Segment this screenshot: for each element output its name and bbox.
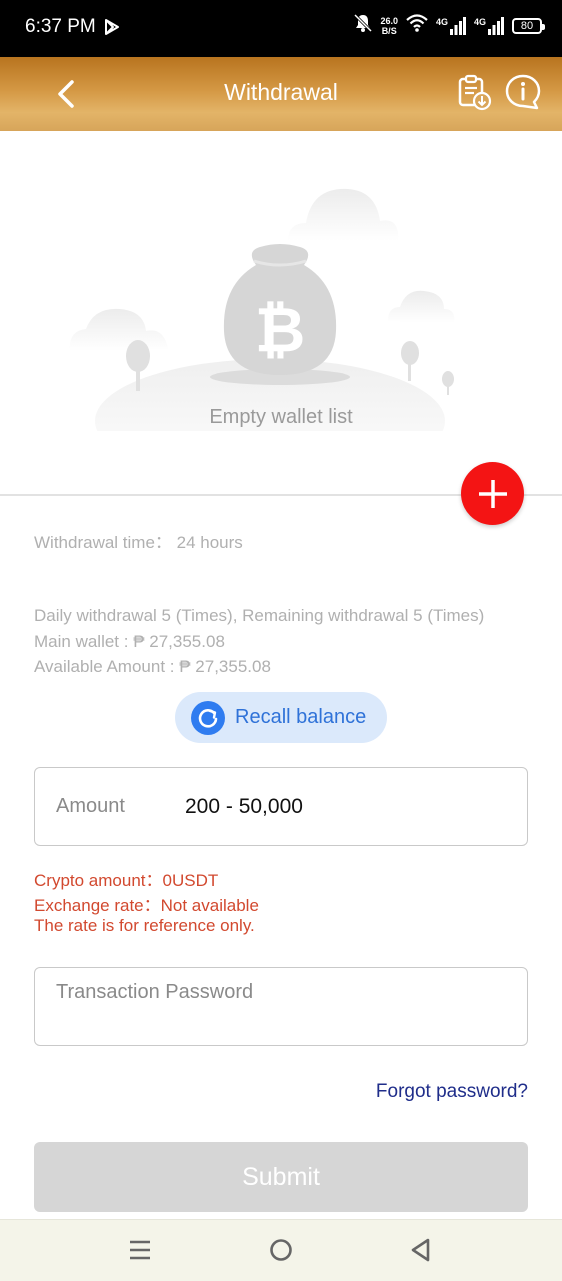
empty-wallet-text: Empty wallet list [209,406,353,428]
app-header: Withdrawal [0,57,562,131]
transaction-password-input[interactable] [56,979,256,1035]
plus-icon [478,479,507,508]
wifi-icon [406,14,428,37]
status-icons: 26.0 B/S 4G 4G 80 [354,13,545,38]
battery-icon: 80 [512,17,545,34]
mute-bell-icon [354,13,373,38]
amount-field[interactable]: Amount [34,767,528,846]
add-wallet-button[interactable] [461,462,524,525]
back-nav-button[interactable] [407,1237,435,1268]
svg-text:₿: ₿ [255,293,306,366]
empty-wallet-illustration: ₿ [69,188,455,431]
net-speed-value: 26.0 [380,15,398,26]
wallet-list: ₿ Empty wallet list [0,131,562,495]
home-circle-icon [270,1239,292,1261]
rate-note-text: The rate is for reference only. [34,916,255,935]
status-bar: 6:37 PM 26.0 B/S 4G 4G 80 [0,0,562,57]
info-bubble-icon [505,74,541,110]
refresh-icon [191,700,225,735]
daily-limit-text: Daily withdrawal 5 (Times), Remaining wi… [34,606,485,625]
info-button[interactable] [503,72,543,112]
clipboard-download-icon [458,74,492,111]
amount-input[interactable] [185,788,505,826]
net-speed: 26.0 B/S [380,16,398,36]
play-icon [104,18,120,41]
recall-balance-label: Recall balance [235,706,367,728]
amount-label: Amount [56,795,125,817]
menu-button[interactable] [126,1237,154,1268]
signal1-label: 4G [435,16,448,27]
signal-icon: 4G [473,16,504,35]
withdrawal-time-text: Withdrawal time： 24 hours [34,533,243,552]
menu-icon [130,1240,150,1260]
forgot-password-link[interactable]: Forgot password? [376,1081,528,1103]
signal2-label: 4G [473,16,486,27]
crypto-amount-text: Crypto amount：0USDT [34,871,219,890]
signal-icon: 4G [435,16,466,35]
history-button[interactable] [454,73,494,113]
system-nav-bar [0,1219,562,1281]
recall-balance-button[interactable]: Recall balance [175,692,387,743]
battery-level: 80 [520,19,534,32]
back-triangle-icon [411,1238,430,1262]
home-button[interactable] [267,1237,295,1268]
available-amount-text: Available Amount : ₱ 27,355.08 [34,657,271,676]
submit-button[interactable]: Submit [34,1142,528,1212]
exchange-rate-text: Exchange rate：Not available [34,896,259,915]
transaction-password-field[interactable] [34,967,528,1046]
main-wallet-text: Main wallet : ₱ 27,355.08 [34,632,225,651]
status-time: 6:37 PM [25,16,96,37]
net-speed-unit: B/S [381,25,397,36]
